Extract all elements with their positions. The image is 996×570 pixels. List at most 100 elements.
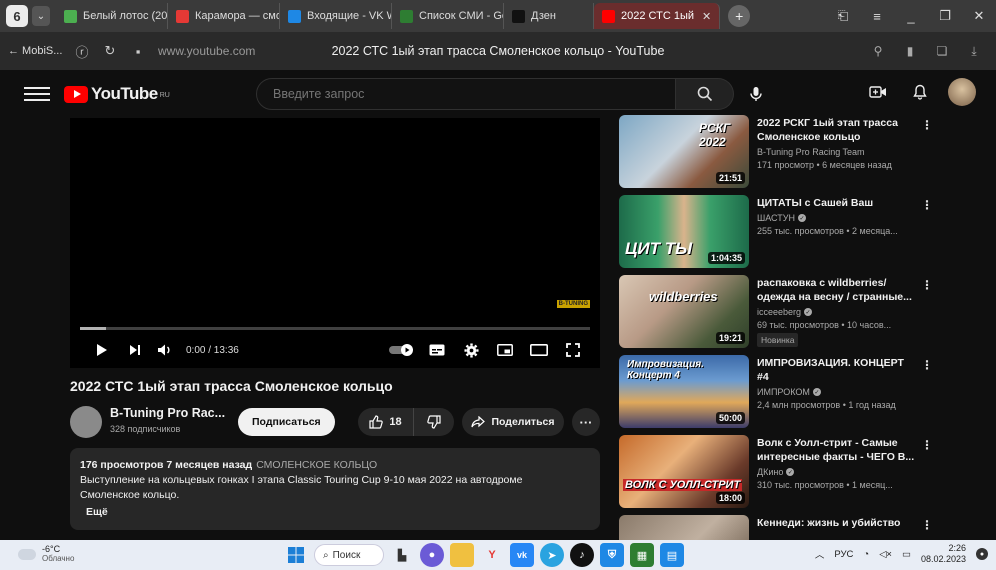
- like-button[interactable]: 18: [358, 408, 414, 436]
- document-icon[interactable]: ▤: [660, 543, 684, 567]
- more-vert-icon[interactable]: ⋮: [921, 358, 933, 372]
- bookmark-icon[interactable]: ▮: [894, 44, 926, 59]
- back-button[interactable]: ← MobiS...: [8, 45, 68, 57]
- minimize-icon[interactable]: _: [894, 9, 928, 24]
- description-hashtag[interactable]: СМОЛЕНСКОЕ КОЛЬЦО: [256, 459, 377, 471]
- recommendation-title[interactable]: Волк с Уолл-стрит - Самые интересные фак…: [757, 436, 917, 464]
- recommendation-title[interactable]: 2022 РСКГ 1ый этап трасса Смоленское кол…: [757, 116, 917, 144]
- video-thumbnail[interactable]: РСКГ 2022 21:51: [619, 115, 749, 188]
- vk-icon[interactable]: vk: [510, 543, 534, 567]
- search-input[interactable]: [256, 78, 676, 110]
- autoplay-toggle[interactable]: [384, 338, 420, 362]
- recommendation-channel[interactable]: ИМПРОКОМ ✓: [757, 387, 917, 397]
- notification-center-icon[interactable]: ●: [976, 548, 988, 560]
- recommendation-item[interactable]: РСКГ 2022 21:51 2022 РСКГ 1ый этап трасса …: [619, 112, 949, 192]
- menu-icon[interactable]: ≡: [860, 9, 894, 24]
- file-explorer-icon[interactable]: [450, 543, 474, 567]
- channel-name[interactable]: B-Tuning Pro Rac...: [110, 406, 225, 420]
- more-vert-icon[interactable]: ⋮: [921, 518, 933, 532]
- taskbar-search[interactable]: ⌕ Поиск: [314, 544, 384, 566]
- recommendation-title[interactable]: Кеннеди: жизнь и убийство: [757, 516, 917, 530]
- lock-icon[interactable]: ▪: [124, 44, 152, 59]
- play-button[interactable]: [84, 338, 120, 362]
- show-more-button[interactable]: Ещё: [86, 505, 590, 520]
- account-avatar[interactable]: [948, 78, 976, 106]
- browser-tab[interactable]: Дзен: [504, 3, 594, 29]
- browser-tab[interactable]: Белый лотос (202: [56, 3, 168, 29]
- search-button[interactable]: [676, 78, 734, 110]
- recommendation-channel[interactable]: ШАСТУН ✓: [757, 213, 917, 223]
- chat-icon[interactable]: ●: [420, 543, 444, 567]
- recommendation-item[interactable]: Импровизация. Концерт 4 50:00 ИМПРОВИЗАЦИЯ…: [619, 352, 949, 432]
- speaker-icon[interactable]: ◁×: [879, 549, 892, 560]
- spreadsheet-icon[interactable]: ▦: [630, 543, 654, 567]
- recommendation-title[interactable]: ЦИТАТЫ с Сашей Ваш: [757, 196, 917, 210]
- subscribe-button[interactable]: Подписаться: [238, 408, 335, 436]
- browser-tab[interactable]: Входящие - VK W: [280, 3, 392, 29]
- tiktok-icon[interactable]: ♪: [570, 543, 594, 567]
- progress-bar[interactable]: [80, 327, 590, 330]
- extension-icon[interactable]: ⚲: [862, 44, 894, 59]
- chevron-up-icon[interactable]: ︿: [815, 547, 825, 561]
- url-field[interactable]: www.youtube.com: [158, 44, 255, 58]
- security-shield-icon[interactable]: ⛨: [600, 543, 624, 567]
- tab-menu-chevron-icon[interactable]: ⌄: [32, 6, 50, 26]
- channel-avatar[interactable]: [70, 406, 102, 438]
- language-indicator[interactable]: РУС: [834, 549, 853, 560]
- weather-widget[interactable]: -6°C Облачно: [18, 544, 74, 564]
- dislike-button[interactable]: [414, 408, 454, 436]
- mic-button[interactable]: [742, 80, 770, 108]
- telegram-icon[interactable]: ➤: [540, 543, 564, 567]
- video-thumbnail[interactable]: ЦИТ ТЫ 1:04:35: [619, 195, 749, 268]
- hamburger-menu-icon[interactable]: [24, 87, 50, 101]
- youtube-logo[interactable]: YouTube RU: [64, 84, 170, 104]
- recommendation-title[interactable]: ИМПРОВИЗАЦИЯ. КОНЦЕРТ #4: [757, 356, 917, 384]
- protect-icon[interactable]: ⓡ: [68, 42, 96, 61]
- miniplayer-button[interactable]: [488, 338, 522, 362]
- yandex-browser-icon[interactable]: Y: [480, 543, 504, 567]
- recommendation-item[interactable]: ЦИТ ТЫ 1:04:35 ЦИТАТЫ с Сашей Ваш ШАСТУН ✓ 25…: [619, 192, 949, 272]
- video-thumbnail[interactable]: ВОЛК С УОЛЛ-СТРИТ 18:00: [619, 435, 749, 508]
- more-actions-button[interactable]: ···: [572, 408, 600, 436]
- recommendation-title[interactable]: распаковка с wildberries/ одежда на весн…: [757, 276, 917, 304]
- download-icon[interactable]: ⤓: [958, 44, 990, 59]
- more-vert-icon[interactable]: ⋮: [921, 438, 933, 452]
- video-thumbnail[interactable]: wildberries 19:21: [619, 275, 749, 348]
- more-vert-icon[interactable]: ⋮: [921, 278, 933, 292]
- video-player[interactable]: B-TUNING 0:00 / 13:36: [70, 118, 600, 368]
- subtitles-button[interactable]: [420, 338, 454, 362]
- description-box[interactable]: 176 просмотров 7 месяцев назад СМОЛЕНСКОЕ…: [70, 448, 600, 530]
- next-button[interactable]: [120, 338, 150, 362]
- battery-icon[interactable]: ▭: [902, 549, 911, 560]
- windows-start-icon[interactable]: [284, 543, 308, 567]
- theater-mode-button[interactable]: [522, 338, 556, 362]
- recommendation-item[interactable]: wildberries 19:21 распаковка с wildberries…: [619, 272, 949, 352]
- clock[interactable]: 2:26 08.02.2023: [921, 543, 966, 565]
- wifi-icon[interactable]: ◔: [863, 549, 869, 560]
- more-vert-icon[interactable]: ⋮: [921, 198, 933, 212]
- browser-tab[interactable]: Карамора — смо: [168, 3, 280, 29]
- window-close-icon[interactable]: ✕: [962, 8, 996, 24]
- notifications-button[interactable]: [906, 78, 934, 106]
- share-button[interactable]: Поделиться: [462, 408, 564, 436]
- task-view-icon[interactable]: ▙: [390, 543, 414, 567]
- browser-logo-icon[interactable]: 6: [6, 5, 28, 27]
- video-thumbnail[interactable]: Импровизация. Концерт 4 50:00: [619, 355, 749, 428]
- volume-button[interactable]: [150, 338, 180, 362]
- tabs-overview-icon[interactable]: ⎗: [826, 8, 860, 24]
- settings-button[interactable]: [454, 338, 488, 362]
- recommendation-item[interactable]: ВОЛК С УОЛЛ-СТРИТ 18:00 Волк с Уолл-стрит …: [619, 432, 949, 512]
- recommendation-channel[interactable]: icceeeberg ✓: [757, 307, 917, 317]
- browser-tab[interactable]: Список СМИ - Go: [392, 3, 504, 29]
- reload-icon[interactable]: ↻: [96, 43, 124, 59]
- recommendation-channel[interactable]: ДКино ✓: [757, 467, 917, 477]
- create-button[interactable]: [864, 78, 892, 106]
- tab-active[interactable]: 2022 СТС 1ый ✕: [594, 3, 721, 29]
- close-icon[interactable]: ✕: [702, 10, 711, 23]
- new-tab-plus-icon[interactable]: +: [728, 5, 751, 27]
- maximize-icon[interactable]: ❐: [928, 8, 962, 24]
- recommendation-channel[interactable]: B-Tuning Pro Racing Team: [757, 147, 917, 157]
- more-vert-icon[interactable]: ⋮: [921, 118, 933, 132]
- reader-icon[interactable]: ❏: [926, 44, 958, 59]
- fullscreen-button[interactable]: [556, 338, 590, 362]
